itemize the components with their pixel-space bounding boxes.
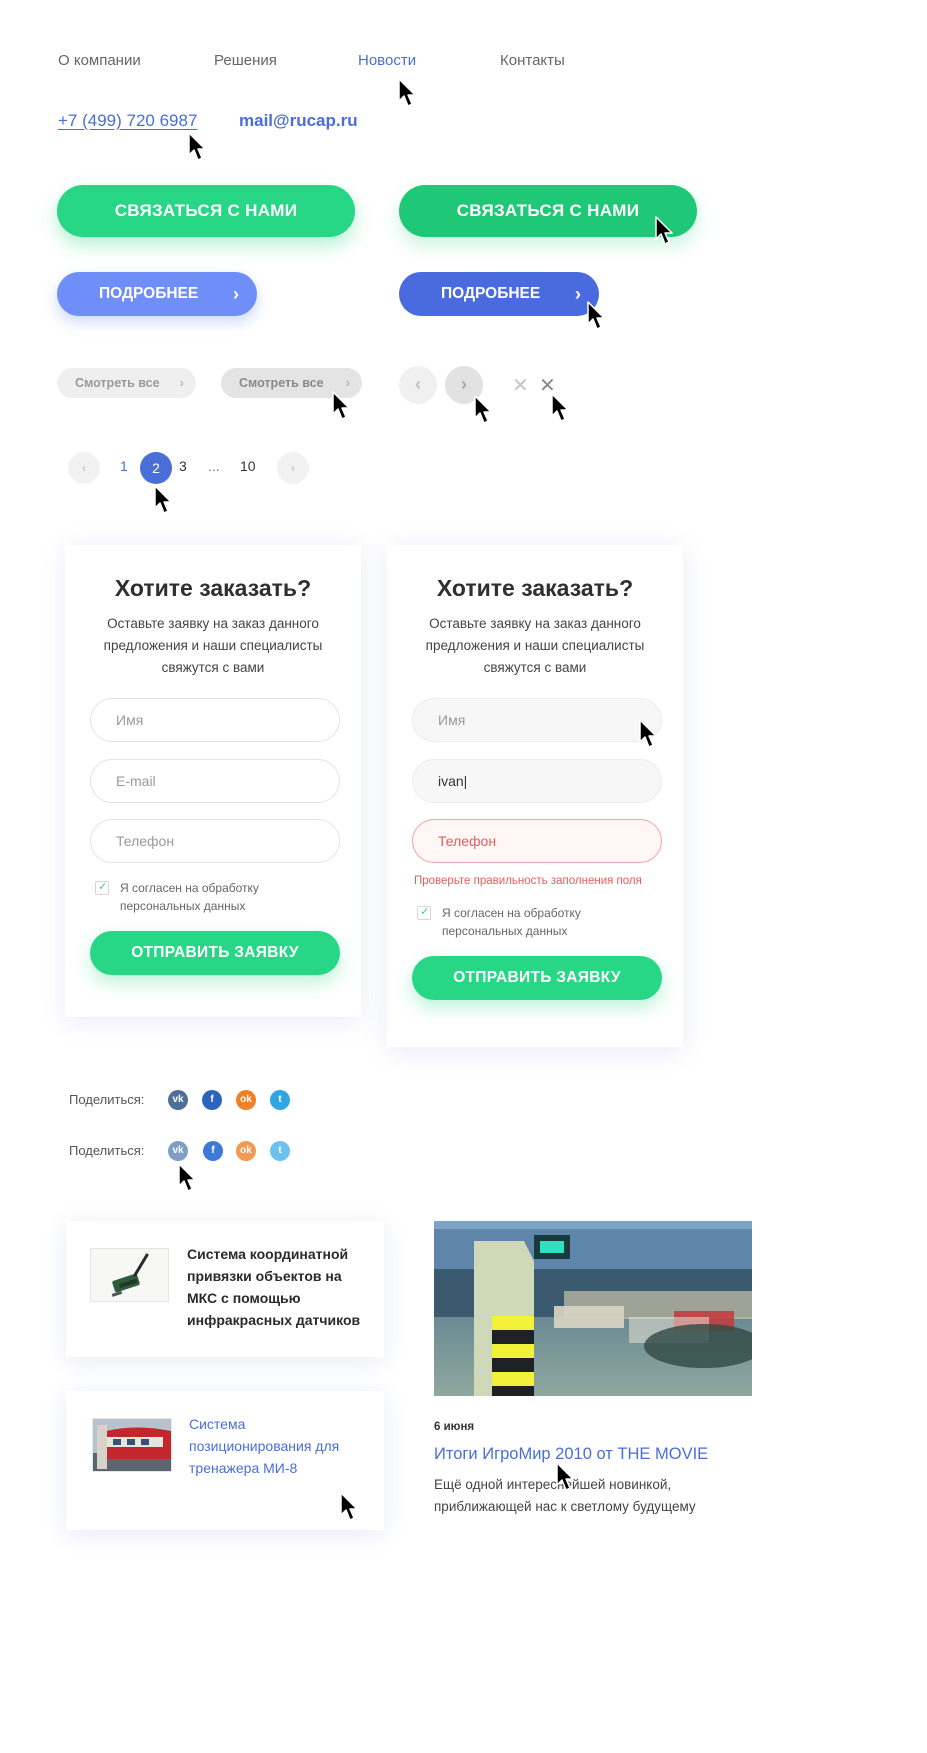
- nav-item-solutions[interactable]: Решения: [214, 52, 277, 69]
- chevron-right-icon: ›: [461, 374, 467, 394]
- page-ellipsis: ...: [208, 458, 220, 474]
- consent-label: Я согласен на обработку персональных дан…: [442, 906, 581, 938]
- close-icon[interactable]: ✕: [512, 376, 529, 396]
- featured-news-description: Ещё одной интереснейшей новинкой, прибли…: [434, 1477, 696, 1514]
- mouse-cursor-icon: [551, 393, 569, 422]
- vk-icon[interactable]: vk: [168, 1141, 188, 1161]
- prev-arrow-button[interactable]: ‹: [399, 366, 437, 404]
- form-title: Хотите заказать?: [114, 575, 312, 601]
- twitter-icon[interactable]: t: [270, 1141, 290, 1161]
- phone-error-message: Проверьте правильность заполнения поля: [414, 875, 642, 887]
- form-title: Хотите заказать?: [436, 575, 634, 601]
- phone-link[interactable]: +7 (499) 720 6987: [58, 111, 197, 131]
- chevron-right-icon: ›: [233, 284, 239, 304]
- submit-button[interactable]: ОТПРАВИТЬ ЗАЯВКУ: [412, 956, 662, 1000]
- view-all-label: Смотреть все: [75, 376, 160, 390]
- facebook-icon[interactable]: f: [203, 1141, 223, 1161]
- mouse-cursor-icon: [188, 132, 206, 161]
- odnoklassniki-icon[interactable]: ok: [236, 1090, 256, 1110]
- consent-label: Я согласен на обработку персональных дан…: [120, 881, 259, 913]
- mouse-cursor-icon: [178, 1163, 196, 1192]
- share-label: Поделиться:: [69, 1092, 145, 1107]
- page-link-10[interactable]: 10: [240, 458, 256, 474]
- page-link-1[interactable]: 1: [120, 458, 128, 474]
- phone-input-error[interactable]: Телефон: [412, 819, 662, 863]
- contact-us-button[interactable]: СВЯЗАТЬСЯ С НАМИ: [57, 185, 355, 237]
- view-all-label: Смотреть все: [239, 376, 324, 390]
- email-input[interactable]: ivan|: [412, 759, 662, 803]
- mouse-cursor-icon: [587, 301, 605, 330]
- twitter-icon[interactable]: t: [270, 1090, 290, 1110]
- more-button-label: ПОДРОБНЕЕ: [441, 285, 541, 302]
- contact-us-button-hover[interactable]: СВЯЗАТЬСЯ С НАМИ: [399, 185, 697, 237]
- news-card-title[interactable]: Система координатной привязки объектов н…: [187, 1243, 367, 1331]
- nav-item-news[interactable]: Новости: [358, 52, 416, 69]
- facebook-icon[interactable]: f: [202, 1090, 222, 1110]
- email-link[interactable]: mail@rucap.ru: [239, 111, 358, 131]
- chevron-right-icon: ›: [179, 375, 184, 390]
- news-thumbnail: [90, 1248, 169, 1302]
- check-icon: ✓: [98, 881, 108, 893]
- check-icon: ✓: [420, 906, 430, 918]
- nav-item-company[interactable]: О компании: [58, 52, 141, 69]
- form-subtitle: Оставьте заявку на заказ данного предлож…: [425, 616, 645, 675]
- news-card[interactable]: Система координатной привязки объектов н…: [66, 1221, 384, 1357]
- mouse-cursor-icon: [655, 216, 673, 245]
- name-input[interactable]: Имя: [90, 698, 340, 742]
- page-link-3[interactable]: 3: [179, 458, 187, 474]
- mouse-cursor-icon: [154, 485, 172, 514]
- odnoklassniki-icon[interactable]: ok: [236, 1141, 256, 1161]
- chevron-left-icon: ‹: [415, 374, 421, 394]
- more-button-hover[interactable]: ПОДРОБНЕЕ ›: [399, 272, 599, 316]
- form-subtitle: Оставьте заявку на заказ данного предлож…: [103, 616, 323, 675]
- page-link-current[interactable]: 2: [140, 452, 172, 484]
- more-button[interactable]: ПОДРОБНЕЕ ›: [57, 272, 257, 316]
- pagination-prev-button[interactable]: ‹: [68, 452, 100, 484]
- view-all-button[interactable]: Смотреть все ›: [57, 368, 196, 398]
- nav-item-contacts[interactable]: Контакты: [500, 52, 565, 69]
- order-form-card: Хотите заказать? Оставьте заявку на зака…: [65, 545, 361, 1017]
- submit-button[interactable]: ОТПРАВИТЬ ЗАЯВКУ: [90, 931, 340, 975]
- share-label: Поделиться:: [69, 1143, 145, 1158]
- chevron-right-icon: ›: [575, 284, 581, 304]
- mouse-cursor-icon: [340, 1492, 358, 1521]
- news-date: 6 июня: [434, 1421, 475, 1433]
- consent-checkbox[interactable]: ✓: [95, 881, 109, 895]
- more-button-label: ПОДРОБНЕЕ: [99, 285, 199, 302]
- consent-checkbox[interactable]: ✓: [417, 906, 431, 920]
- news-thumbnail: [92, 1418, 172, 1472]
- news-card-hover[interactable]: Система позиционирования для тренажера М…: [66, 1391, 384, 1530]
- featured-news-image[interactable]: [434, 1221, 752, 1396]
- mouse-cursor-icon: [332, 391, 350, 420]
- email-input[interactable]: E-mail: [90, 759, 340, 803]
- news-card-title-link[interactable]: Система позиционирования для тренажера М…: [189, 1413, 369, 1479]
- order-form-card-error: Хотите заказать? Оставьте заявку на зака…: [387, 545, 683, 1047]
- mouse-cursor-icon: [398, 78, 416, 107]
- mouse-cursor-icon: [556, 1462, 574, 1491]
- chevron-right-icon: ›: [291, 461, 295, 475]
- pagination-next-button[interactable]: ›: [277, 452, 309, 484]
- name-input[interactable]: Имя: [412, 698, 662, 742]
- mouse-cursor-icon: [639, 719, 657, 748]
- vk-icon[interactable]: vk: [168, 1090, 188, 1110]
- mouse-cursor-icon: [474, 395, 492, 424]
- phone-input[interactable]: Телефон: [90, 819, 340, 863]
- chevron-left-icon: ‹: [82, 461, 86, 475]
